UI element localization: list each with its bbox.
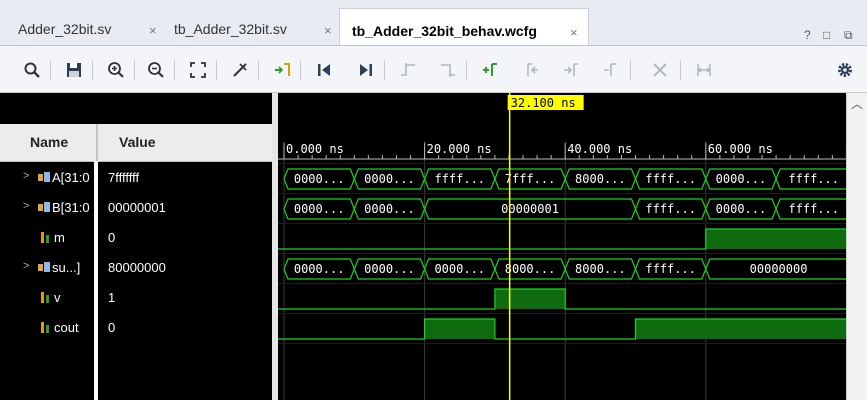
bus-segment-label: 0000... <box>434 262 485 276</box>
bus-segment-label: 0000... <box>364 262 415 276</box>
next-transition-icon[interactable] <box>436 58 460 82</box>
bit-signal-icon <box>41 292 49 303</box>
signal-row-b310[interactable]: > B[31:0 <box>0 193 94 223</box>
tab-adder-32bit-sv[interactable]: Adder_32bit.sv × <box>6 7 162 45</box>
bus-segment-label: ffff... <box>788 202 839 216</box>
signal-high-fill <box>494 289 566 309</box>
bus-segment-label: ffff... <box>645 202 696 216</box>
signal-high-fill <box>635 319 846 339</box>
go-to-first-icon[interactable] <box>312 58 336 82</box>
bus-segment-label: 8000... <box>575 172 626 186</box>
close-icon[interactable]: × <box>570 25 578 40</box>
time-tick-label: 20.000 ns <box>427 142 492 156</box>
bus-segment-label: ffff... <box>434 172 485 186</box>
bus-segment-label: 0000... <box>294 202 345 216</box>
signal-value: 1 <box>108 290 116 305</box>
time-tick-label: 40.000 ns <box>567 142 632 156</box>
tab-label: Adder_32bit.sv <box>18 21 112 37</box>
bus-segment-label: 8000... <box>505 262 556 276</box>
bus-segment-label: 0000... <box>716 172 767 186</box>
expand-arrow-icon[interactable]: > <box>23 260 29 272</box>
signal-name: v <box>54 290 61 305</box>
search-icon[interactable] <box>20 58 44 82</box>
go-to-last-icon[interactable] <box>354 58 378 82</box>
bit-signal-icon <box>41 322 49 333</box>
bus-signal-icon <box>38 172 50 182</box>
bus-signal-icon <box>38 262 50 272</box>
bus-segment-label: 0000... <box>364 202 415 216</box>
column-splitter[interactable] <box>94 161 98 400</box>
signal-name: su...] <box>52 260 81 275</box>
signal-value: 0 <box>108 320 116 335</box>
waveform-canvas[interactable]: 0.000 ns 20.000 ns 40.000 ns 60.000 ns 0000.… <box>278 93 846 400</box>
scroll-up-icon[interactable]: ︿ <box>851 95 863 112</box>
expand-arrow-icon[interactable]: > <box>23 200 29 212</box>
signal-name: B[31:0 <box>52 200 90 215</box>
time-tick-label: 0.000 ns <box>286 142 344 156</box>
name-column-header[interactable]: Name <box>30 134 68 150</box>
signal-name: m <box>54 230 65 245</box>
bus-segment-label: 8000... <box>575 262 626 276</box>
close-icon[interactable]: × <box>324 23 332 38</box>
tab-label: tb_Adder_32bit.sv <box>174 21 287 37</box>
tab-tb-adder-32bit-behav-wcfg[interactable]: tb_Adder_32bit_behav.wcfg × <box>339 8 589 45</box>
signal-high-fill <box>705 229 846 249</box>
signal-high-fill <box>424 319 495 339</box>
cursor-time-label: 32.100 ns <box>511 96 576 110</box>
value-column-header[interactable]: Value <box>119 134 156 150</box>
bus-segment-label: ffff... <box>788 172 839 186</box>
vertical-scrollbar[interactable]: ︿ <box>846 93 867 400</box>
cursor-to-zoom-icon[interactable] <box>228 58 252 82</box>
swap-cursors-icon[interactable] <box>692 58 716 82</box>
zoom-in-icon[interactable] <box>104 58 128 82</box>
tab-tb-adder-32bit-sv[interactable]: tb_Adder_32bit.sv × <box>162 7 337 45</box>
zoom-out-icon[interactable] <box>144 58 168 82</box>
signal-row-a310[interactable]: > A[31:0 <box>0 163 94 193</box>
restore-icon[interactable]: ⧉ <box>844 28 853 43</box>
bit-signal-icon <box>41 232 49 243</box>
next-marker-icon[interactable] <box>558 58 582 82</box>
waveform-pane[interactable]: 0.000 ns 20.000 ns 40.000 ns 60.000 ns 0000.… <box>278 93 846 400</box>
expand-arrow-icon[interactable]: > <box>23 170 29 182</box>
signal-value: 00000001 <box>108 200 166 215</box>
go-to-time-zero-icon[interactable] <box>270 58 294 82</box>
bus-segment-label: 0000... <box>294 172 345 186</box>
signal-value: 80000000 <box>108 260 166 275</box>
bus-segment-label: 00000000 <box>750 262 808 276</box>
settings-gear-icon[interactable] <box>833 58 857 82</box>
signal-row-cout[interactable]: cout <box>0 313 94 343</box>
tab-label: tb_Adder_32bit_behav.wcfg <box>352 23 537 39</box>
previous-transition-icon[interactable] <box>396 58 420 82</box>
maximize-icon[interactable]: □ <box>823 28 830 42</box>
signal-value: 0 <box>108 230 116 245</box>
bus-segment-label: 0000... <box>294 262 345 276</box>
time-tick-label: 60.000 ns <box>708 142 773 156</box>
close-icon[interactable]: × <box>149 23 157 38</box>
signal-row-v[interactable]: v <box>0 283 94 313</box>
previous-marker-icon[interactable] <box>520 58 544 82</box>
delete-icon[interactable] <box>648 58 672 82</box>
signal-row-sum[interactable]: > su...] <box>0 253 94 283</box>
waveform-toolbar <box>0 46 867 93</box>
signal-value: 7fffffff <box>108 170 140 185</box>
bus-segment-label: ffff... <box>645 262 696 276</box>
bus-segment-label: ffff... <box>645 172 696 186</box>
bus-signal-icon <box>38 202 50 212</box>
signal-name: cout <box>54 320 79 335</box>
editor-tab-bar: Adder_32bit.sv × tb_Adder_32bit.sv × tb_… <box>0 0 867 46</box>
delete-marker-icon[interactable] <box>598 58 622 82</box>
signal-row-m[interactable]: m <box>0 223 94 253</box>
zoom-fit-icon[interactable] <box>186 58 210 82</box>
add-marker-icon[interactable] <box>478 58 502 82</box>
signal-list-header: Name Value <box>0 124 272 162</box>
save-icon[interactable] <box>62 58 86 82</box>
signal-name: A[31:0 <box>52 170 90 185</box>
bus-segment-label: 0000... <box>716 202 767 216</box>
column-divider[interactable] <box>96 124 98 161</box>
bus-segment-label: 7fff... <box>505 172 556 186</box>
help-icon[interactable]: ? <box>804 28 811 42</box>
bus-segment-label: 0000... <box>364 172 415 186</box>
